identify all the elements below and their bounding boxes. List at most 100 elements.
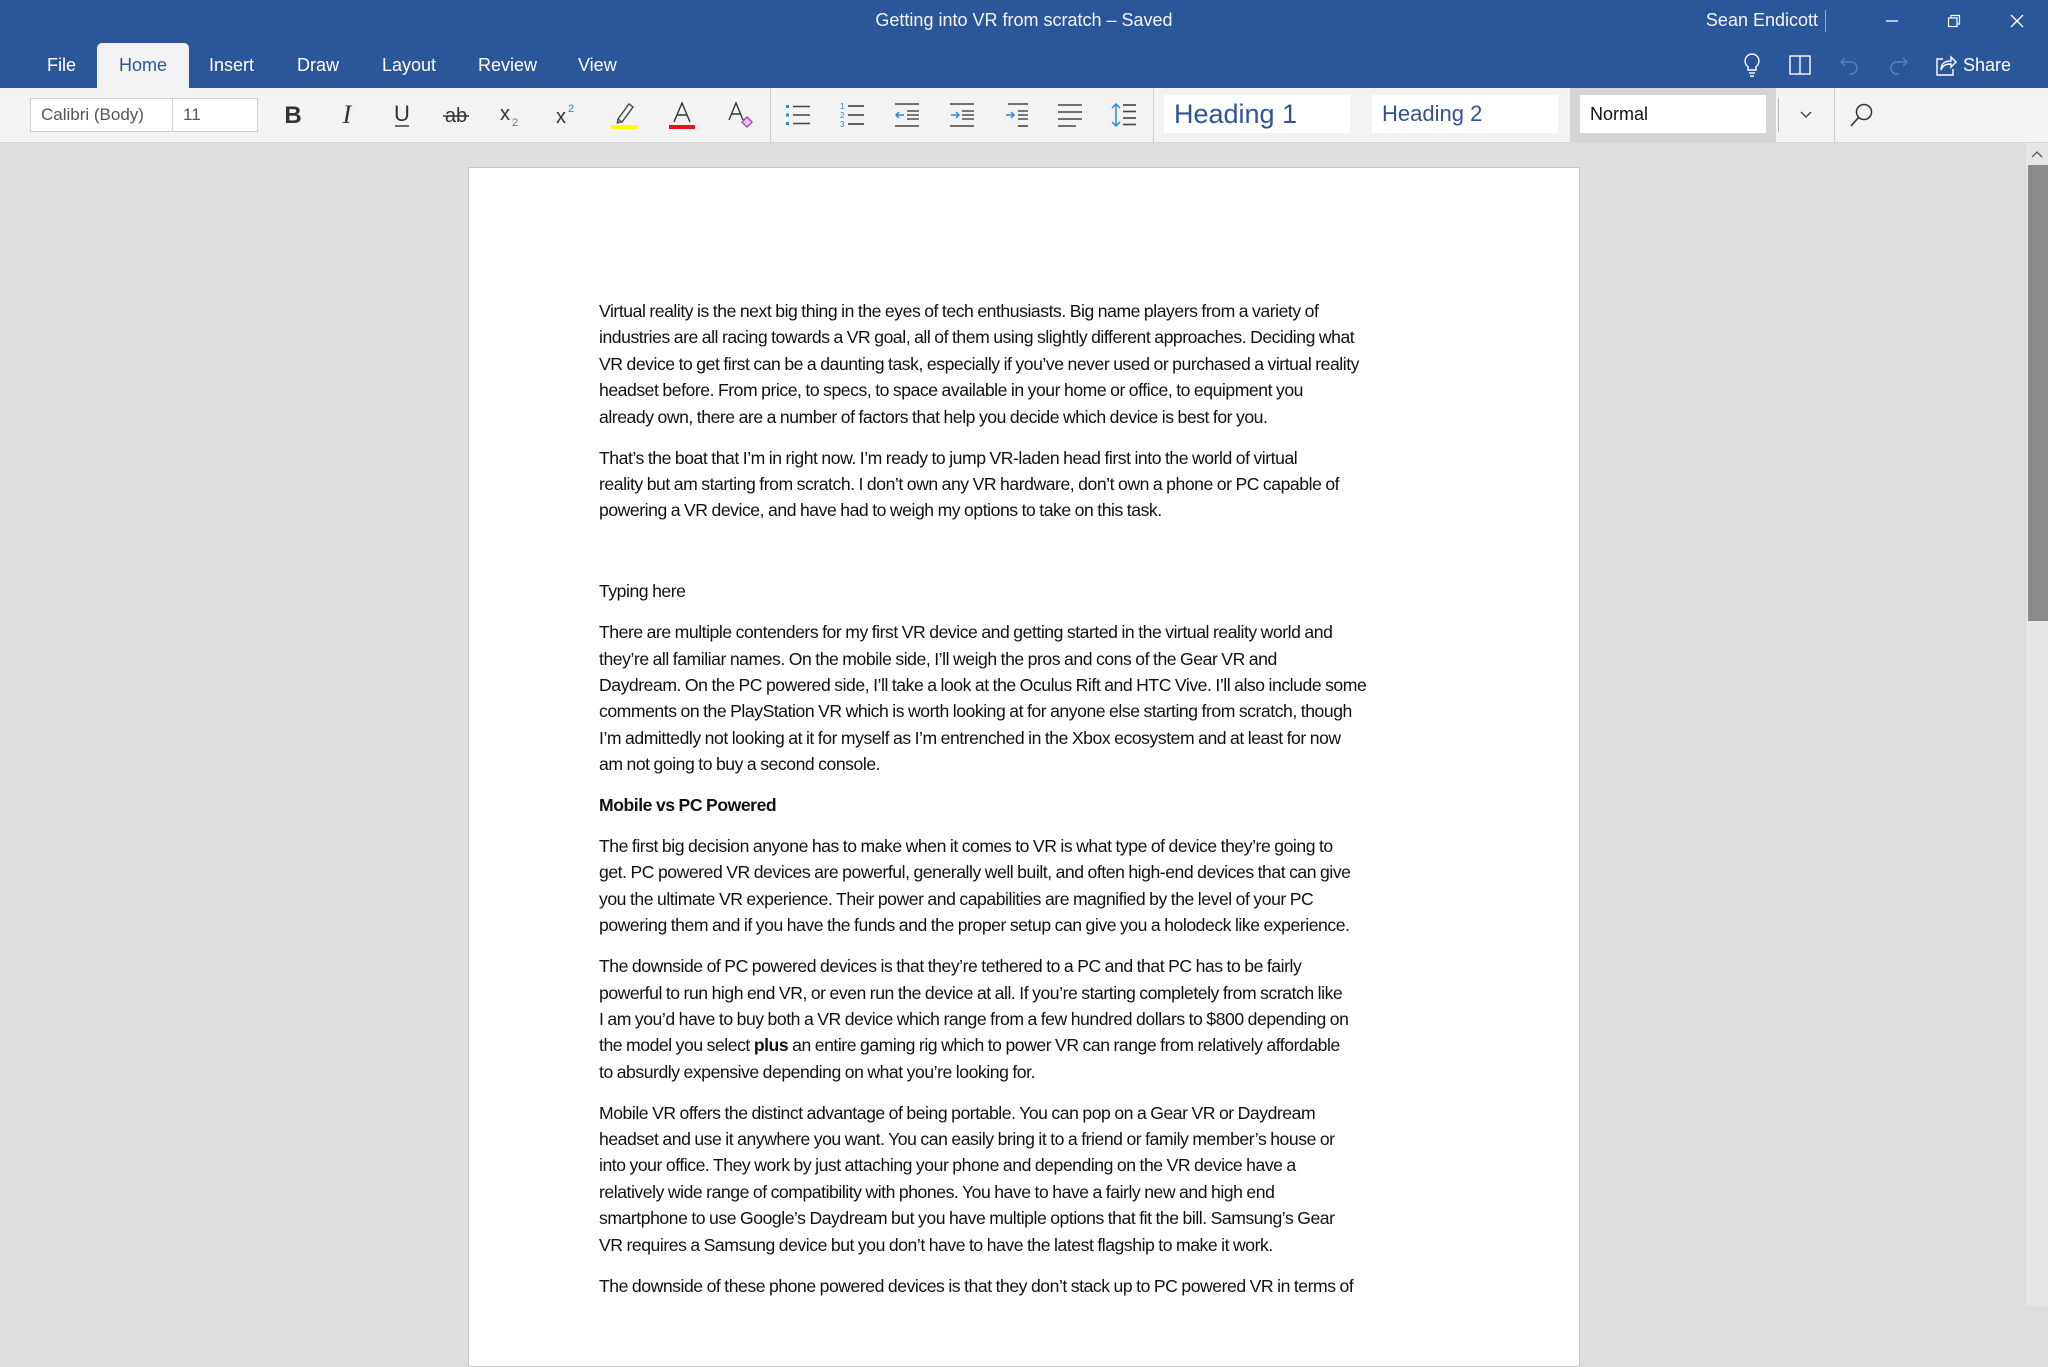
ribbon-separator	[1153, 88, 1154, 142]
document-body[interactable]: Virtual reality is the next big thing in…	[599, 298, 1459, 1314]
tab-file[interactable]: File	[27, 43, 96, 88]
bulleted-list-icon	[786, 105, 810, 125]
text-line: I am you’d have to buy both a VR device …	[599, 1008, 1349, 1029]
search-icon	[1850, 103, 1873, 127]
numbered-list-icon: 123	[840, 102, 864, 129]
decrease-indent-button[interactable]	[885, 98, 929, 132]
underline-icon: U	[394, 101, 410, 127]
highlighter-icon	[611, 103, 637, 129]
text-line: comments on the PlayStation VR which is …	[599, 701, 1352, 722]
style-heading-1[interactable]: Heading 1	[1164, 95, 1350, 133]
tell-me-button[interactable]	[1738, 50, 1766, 80]
increase-indent-button[interactable]	[940, 98, 984, 132]
paragraph: The downside of these phone powered devi…	[599, 1273, 1459, 1299]
font-size-field[interactable]: 11	[172, 98, 258, 132]
font-name-field[interactable]: Calibri (Body)	[30, 98, 173, 132]
svg-text:I: I	[342, 102, 353, 128]
bold-button[interactable]: B	[271, 98, 315, 132]
find-button[interactable]	[1840, 98, 1884, 132]
undo-button[interactable]	[1836, 50, 1864, 80]
decrease-indent-icon	[894, 103, 919, 127]
redo-button[interactable]	[1884, 50, 1912, 80]
align-left-button[interactable]	[1048, 98, 1092, 132]
share-label: Share	[1963, 54, 2012, 75]
text-line: relatively wide range of compatibility w…	[599, 1181, 1275, 1202]
text-line: you the ultimate VR experience. Their po…	[599, 888, 1314, 909]
undo-icon	[1840, 57, 1858, 75]
text-line: am not going to buy a second console.	[599, 754, 881, 775]
paragraph: The first big decision anyone has to mak…	[599, 833, 1459, 939]
align-left-icon	[1058, 104, 1082, 127]
svg-text:B: B	[284, 102, 301, 128]
clear-formatting-button[interactable]	[718, 98, 762, 132]
tab-view[interactable]: View	[558, 43, 637, 88]
line-spacing-icon	[1111, 102, 1136, 128]
restore-button[interactable]	[1924, 0, 1984, 42]
scroll-up-button[interactable]	[2026, 143, 2048, 165]
svg-text:1: 1	[840, 102, 845, 111]
user-account-name[interactable]: Sean Endicott	[1706, 10, 1818, 31]
clear-formatting-icon	[728, 101, 753, 128]
paragraph: That’s the boat that I’m in right now. I…	[599, 445, 1459, 524]
paragraph: Virtual reality is the next big thing in…	[599, 298, 1459, 430]
highlight-button[interactable]	[602, 98, 646, 132]
scrollbar-thumb[interactable]	[2028, 165, 2048, 621]
subscript-button[interactable]: x2	[488, 98, 532, 132]
section-heading: Mobile vs PC Powered	[599, 792, 1459, 818]
tab-draw[interactable]: Draw	[277, 43, 359, 88]
tab-layout[interactable]: Layout	[362, 43, 456, 88]
paragraph: Mobile VR offers the distinct advantage …	[599, 1100, 1459, 1258]
redo-icon	[1890, 57, 1908, 75]
numbering-button[interactable]: 123	[830, 98, 874, 132]
ribbon-separator	[1834, 88, 1835, 142]
bullets-button[interactable]	[776, 98, 820, 132]
minimize-icon	[1886, 20, 1898, 22]
first-line-indent-icon	[1006, 103, 1028, 127]
text-line: headset before. From price, to specs, to…	[599, 380, 1303, 401]
text-line: The first big decision anyone has to mak…	[599, 836, 1333, 856]
text-line: get. PC powered VR devices are powerful,…	[599, 862, 1351, 883]
text-line: I’m admittedly not looking at it for mys…	[599, 727, 1341, 748]
bold-icon: B	[284, 102, 301, 128]
tab-review[interactable]: Review	[458, 43, 557, 88]
paragraph: There are multiple contenders for my fir…	[599, 619, 1459, 777]
underline-button[interactable]: U	[380, 98, 424, 132]
empty-paragraph	[599, 538, 1459, 578]
superscript-button[interactable]: x2	[544, 98, 588, 132]
title-bar: Getting into VR from scratch – Saved Sea…	[0, 0, 2048, 88]
title-separator	[1825, 10, 1826, 32]
text-line: already own, there are a number of facto…	[599, 406, 1268, 427]
text-line: powerful to run high end VR, or even run…	[599, 982, 1343, 1003]
tab-insert[interactable]: Insert	[189, 43, 274, 88]
document-page[interactable]: Virtual reality is the next big thing in…	[468, 167, 1580, 1367]
strikethrough-button[interactable]: ab	[434, 98, 478, 132]
svg-text:2: 2	[512, 117, 518, 129]
text-line: Mobile VR offers the distinct advantage …	[599, 1102, 1316, 1123]
text-line: Daydream. On the PC powered side, I’ll t…	[599, 674, 1367, 695]
text-line: Typing here	[599, 581, 686, 602]
style-heading-2[interactable]: Heading 2	[1372, 95, 1558, 133]
font-color-icon	[669, 101, 695, 129]
first-line-indent-button[interactable]	[994, 98, 1038, 132]
italic-button[interactable]: I	[325, 98, 369, 132]
chevron-up-icon	[2031, 151, 2043, 158]
text-line: Virtual reality is the next big thing in…	[599, 301, 1319, 321]
close-icon	[2010, 14, 2024, 28]
svg-text:2: 2	[568, 103, 574, 115]
close-button[interactable]	[1987, 0, 2047, 42]
italic-icon: I	[342, 102, 353, 128]
paragraph: The downside of PC powered devices is th…	[599, 953, 1459, 1085]
text-line: powering them and if you have the funds …	[599, 915, 1350, 936]
minimize-button[interactable]	[1862, 0, 1922, 42]
vertical-scrollbar[interactable]	[2026, 143, 2048, 1306]
style-normal[interactable]: Normal	[1580, 95, 1766, 133]
share-button[interactable]: Share	[1935, 50, 2011, 80]
styles-gallery-expand-button[interactable]	[1784, 98, 1828, 132]
font-color-button[interactable]	[660, 98, 704, 132]
text-line: That’s the boat that I’m in right now. I…	[599, 447, 1298, 468]
line-spacing-button[interactable]	[1102, 98, 1146, 132]
text-line: reality but am starting from scratch. I …	[599, 473, 1340, 494]
reading-view-icon	[1789, 55, 1811, 75]
reading-view-button[interactable]	[1784, 50, 1816, 80]
tab-home[interactable]: Home	[97, 43, 189, 88]
